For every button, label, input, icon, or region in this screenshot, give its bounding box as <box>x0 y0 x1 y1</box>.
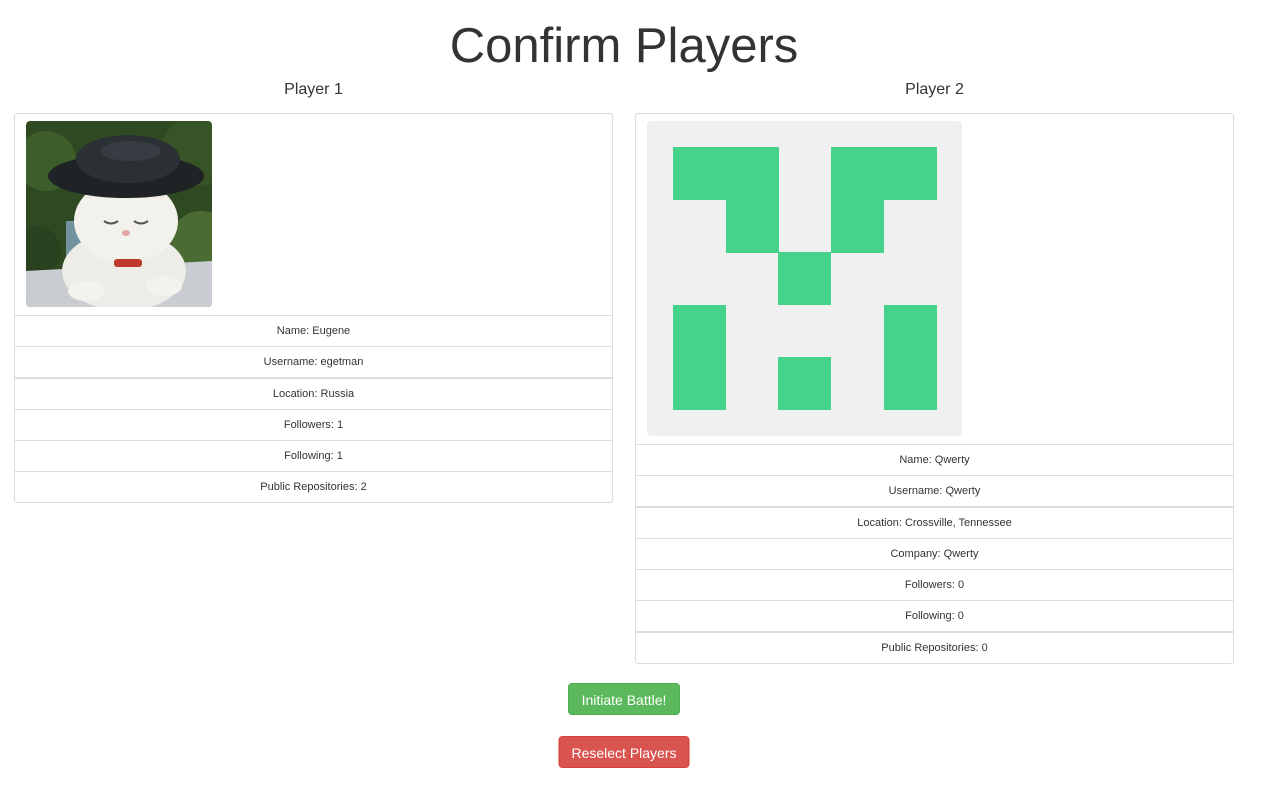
player-2-following: Following: 0 <box>636 600 1233 631</box>
identicon-avatar-icon <box>647 121 962 436</box>
player-1-repos: Public Repositories: 2 <box>15 471 612 502</box>
player-2-location: Location: Crossville, Tennessee <box>636 506 1233 538</box>
player-2-heading: Player 2 <box>905 81 964 98</box>
player-2-repos: Public Repositories: 0 <box>636 631 1233 663</box>
player-1-location: Location: Russia <box>15 377 612 409</box>
player-2-company: Company: Qwerty <box>636 538 1233 569</box>
page-title: Confirm Players <box>449 19 799 73</box>
player-1-card: Name: Eugene Username: egetman Location:… <box>14 113 613 503</box>
player-1-username: Username: egetman <box>15 346 612 377</box>
confirm-players-page: Confirm Players Player 1 Name: Eugene Us… <box>0 0 1268 804</box>
player-2-username: Username: Qwerty <box>636 475 1233 506</box>
player-1-following: Following: 1 <box>15 440 612 471</box>
reselect-players-button[interactable]: Reselect Players <box>558 736 690 768</box>
player-2-avatar-wrap <box>636 114 1233 445</box>
player-1-followers: Followers: 1 <box>15 409 612 440</box>
player-1-name: Name: Eugene <box>276 325 351 337</box>
cat-avatar-icon <box>26 121 212 307</box>
player-2-column: Player 2 Name: Qwerty Username: Qwerty L… <box>635 78 1234 664</box>
initiate-battle-button[interactable]: Initiate Battle! <box>568 683 680 715</box>
player-1-heading: Player 1 <box>284 81 343 98</box>
player-2-name: Name: Qwerty <box>899 454 970 466</box>
player-2-card: Name: Qwerty Username: Qwerty Location: … <box>635 113 1234 664</box>
player-1-column: Player 1 Name: Eugene Username: egetman … <box>14 78 613 503</box>
player-2-followers: Followers: 0 <box>636 569 1233 600</box>
player-1-avatar-wrap <box>15 114 612 316</box>
